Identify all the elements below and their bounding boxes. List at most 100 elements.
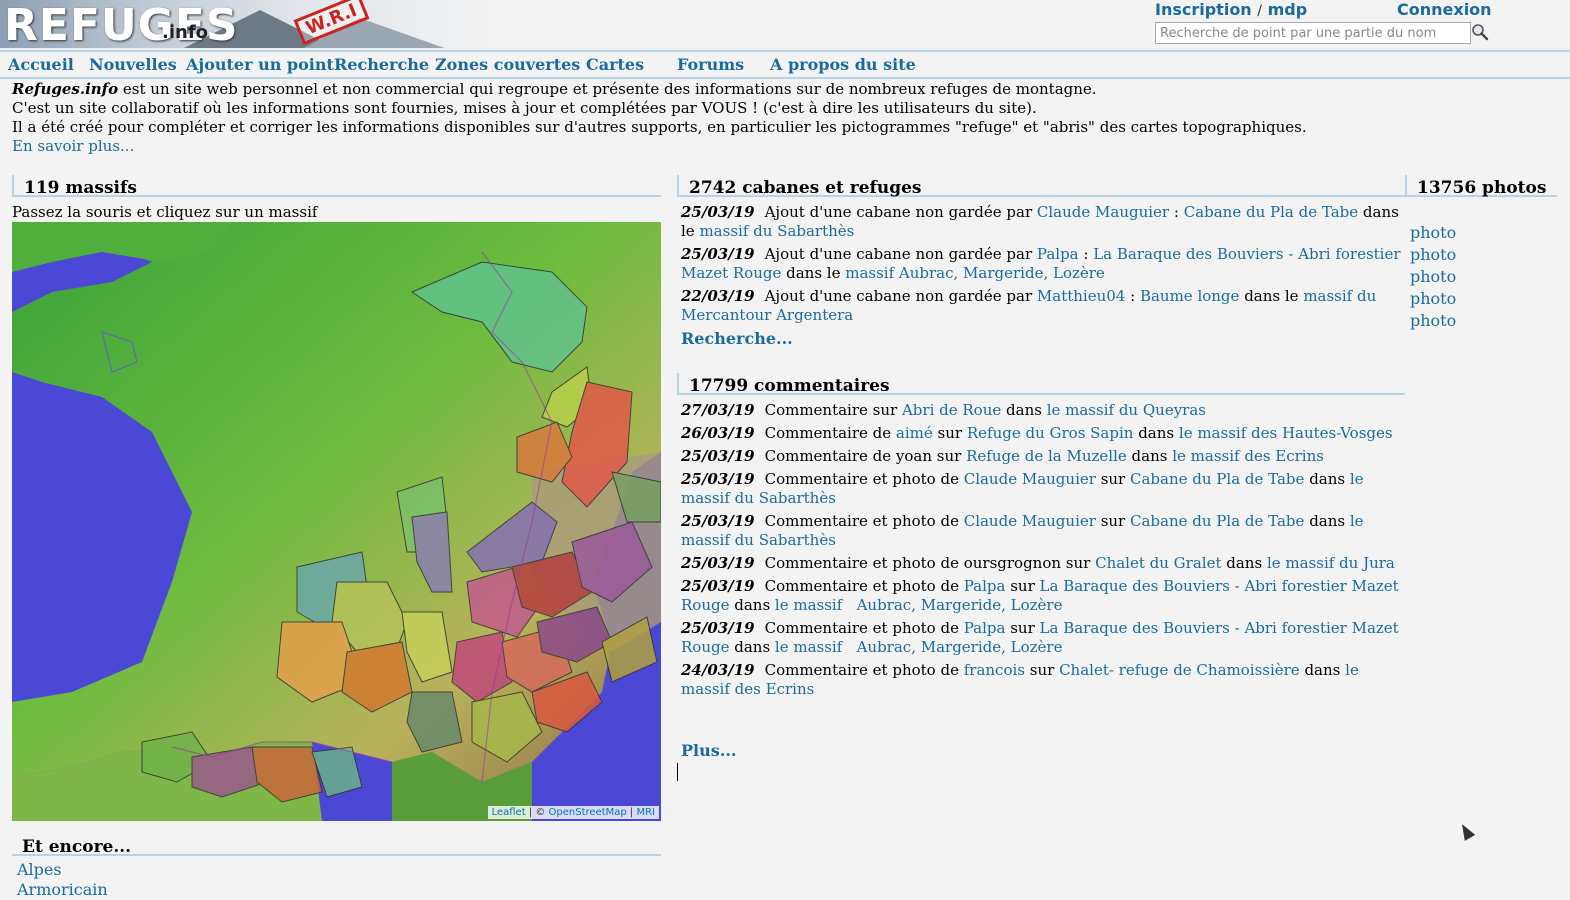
- massif-link[interactable]: le massif Aubrac, Margeride, Lozère: [775, 596, 1063, 614]
- user-link[interactable]: Claude Mauguier: [1037, 203, 1169, 221]
- news-date: 25/03/19: [681, 512, 755, 530]
- news-text: Commentaire et photo de: [764, 661, 964, 679]
- news-date: 22/03/19: [681, 287, 755, 305]
- user-link[interactable]: Claude Mauguier: [964, 470, 1096, 488]
- list-item: 25/03/19 Commentaire et photo de Palpa su…: [681, 619, 1403, 657]
- news-text: sur: [932, 424, 967, 442]
- search-input[interactable]: [1155, 22, 1471, 44]
- massifs-map[interactable]: Leaflet | © OpenStreetMap | MRI: [12, 222, 661, 821]
- list-item: 25/03/19 Commentaire et photo de oursgrog…: [681, 554, 1403, 573]
- menu-item-cartes[interactable]: Cartes: [586, 55, 644, 74]
- photos-list: photo photo photo photo photo: [1410, 222, 1456, 332]
- massif-link[interactable]: le massif des Ecrins: [1172, 447, 1324, 465]
- site-logo-extension: .info: [162, 22, 209, 43]
- news-text: Ajout d'une cabane non gardée par: [764, 245, 1037, 263]
- photo-link[interactable]: photo: [1410, 266, 1456, 288]
- news-text: Ajout d'une cabane non gardée par: [764, 287, 1037, 305]
- user-link[interactable]: Palpa: [1037, 245, 1079, 263]
- hut-link[interactable]: Cabane du Pla de Tabe: [1130, 512, 1304, 530]
- news-text: :: [1078, 245, 1094, 263]
- photo-link[interactable]: photo: [1410, 310, 1456, 332]
- massif-link[interactable]: le massif Aubrac, Margeride, Lozère: [775, 638, 1063, 656]
- attrib-sep: | ©: [525, 807, 549, 818]
- news-text: Commentaire sur: [764, 401, 902, 419]
- mri-link[interactable]: MRI: [636, 807, 655, 818]
- attrib-sep-2: |: [626, 807, 637, 818]
- massif-link[interactable]: massif du Sabarthès: [699, 222, 854, 240]
- massif-link[interactable]: le massif du Queyras: [1047, 401, 1206, 419]
- user-link[interactable]: aimé: [896, 424, 933, 442]
- menu-item-nouvelles[interactable]: Nouvelles: [89, 55, 177, 74]
- news-date: 25/03/19: [681, 470, 755, 488]
- list-item: 24/03/19 Commentaire et photo de francois…: [681, 661, 1403, 699]
- hut-link[interactable]: Abri de Roue: [902, 401, 1001, 419]
- hut-link[interactable]: Baume longe: [1140, 287, 1239, 305]
- news-date: 25/03/19: [681, 577, 755, 595]
- news-text: dans le: [781, 264, 846, 282]
- news-text: sur: [1005, 577, 1040, 595]
- user-link[interactable]: Palpa: [964, 577, 1006, 595]
- menu-item-a-propos[interactable]: A propos du site: [770, 55, 916, 74]
- news-text: dans: [1304, 512, 1350, 530]
- menu-item-forums[interactable]: Forums: [677, 55, 744, 74]
- list-item: 27/03/19 Commentaire sur Abri de Roue dan…: [681, 401, 1403, 420]
- photo-link[interactable]: photo: [1410, 222, 1456, 244]
- menu-item-ajouter-point[interactable]: Ajouter un point: [186, 55, 334, 74]
- hut-link[interactable]: Refuge du Gros Sapin: [967, 424, 1134, 442]
- user-link[interactable]: Matthieu04: [1037, 287, 1125, 305]
- photos-heading: 13756 photos: [1405, 175, 1557, 198]
- news-text: sur: [1005, 619, 1040, 637]
- news-text: sur: [1095, 512, 1130, 530]
- news-text: dans: [1221, 554, 1267, 572]
- list-item: 25/03/19 Commentaire et photo de Claude M…: [681, 470, 1403, 508]
- map-tiles: [12, 222, 661, 821]
- news-date: 24/03/19: [681, 661, 755, 679]
- user-link[interactable]: francois: [964, 661, 1025, 679]
- list-item: 25/03/19 Ajout d'une cabane non gardée pa…: [681, 203, 1403, 241]
- massif-link[interactable]: le massif du Jura: [1267, 554, 1395, 572]
- forgot-password-link[interactable]: mdp: [1268, 0, 1308, 19]
- menu-item-accueil[interactable]: Accueil: [8, 55, 74, 74]
- news-date: 25/03/19: [681, 447, 755, 465]
- hut-link[interactable]: Refuge de la Muzelle: [966, 447, 1127, 465]
- intro-line-2: C'est un site collaboratif où les inform…: [12, 99, 1037, 117]
- massif-group-link[interactable]: Alpes: [17, 860, 62, 879]
- comments-more-link[interactable]: Plus...: [681, 741, 736, 760]
- menu-item-recherche[interactable]: Recherche: [334, 55, 429, 74]
- news-text: dans le: [1239, 287, 1304, 305]
- site-name: Refuges.info: [12, 80, 119, 98]
- news-text: :: [1169, 203, 1184, 221]
- main-menu: Accueil Nouvelles Ajouter un point Reche…: [0, 50, 1570, 79]
- massif-link[interactable]: massif Aubrac, Margeride, Lozère: [845, 264, 1105, 282]
- news-text: Commentaire et photo de: [764, 512, 964, 530]
- photo-link[interactable]: photo: [1410, 288, 1456, 310]
- huts-search-link[interactable]: Recherche...: [681, 329, 793, 348]
- news-text: Commentaire et photo de: [764, 577, 964, 595]
- comments-heading: 17799 commentaires: [677, 373, 1405, 396]
- hut-link[interactable]: Chalet- refuge de Chamoissière: [1059, 661, 1300, 679]
- menu-item-zones-couvertes[interactable]: Zones couvertes: [435, 55, 580, 74]
- hut-link[interactable]: Cabane du Pla de Tabe: [1130, 470, 1304, 488]
- list-item: 25/03/19 Commentaire de yoan sur Refuge d…: [681, 447, 1403, 466]
- leaflet-link[interactable]: Leaflet: [492, 807, 526, 818]
- user-link[interactable]: Palpa: [964, 619, 1006, 637]
- site-banner[interactable]: REFUGES .info W.R.I: [0, 0, 520, 48]
- massif-group-link[interactable]: Armoricain: [17, 880, 108, 899]
- photo-link[interactable]: photo: [1410, 244, 1456, 266]
- osm-link[interactable]: OpenStreetMap: [549, 807, 627, 818]
- hut-link[interactable]: Cabane du Pla de Tabe: [1184, 203, 1358, 221]
- learn-more-link[interactable]: En savoir plus...: [12, 137, 134, 155]
- account-links: Inscription / mdp: [1155, 0, 1307, 19]
- hut-link[interactable]: Chalet du Gralet: [1095, 554, 1221, 572]
- login-link[interactable]: Connexion: [1397, 0, 1492, 19]
- news-text: Commentaire de: [764, 424, 896, 442]
- massif-link[interactable]: le massif des Hautes-Vosges: [1179, 424, 1393, 442]
- list-item: 25/03/19 Commentaire et photo de Palpa su…: [681, 577, 1403, 615]
- signup-link[interactable]: Inscription: [1155, 0, 1252, 19]
- news-text: dans: [729, 596, 775, 614]
- news-text: dans: [1299, 661, 1346, 679]
- news-text: dans: [729, 638, 775, 656]
- encore-list: Alpes Armoricain: [17, 860, 108, 900]
- search-icon[interactable]: [1470, 23, 1490, 41]
- user-link[interactable]: Claude Mauguier: [964, 512, 1096, 530]
